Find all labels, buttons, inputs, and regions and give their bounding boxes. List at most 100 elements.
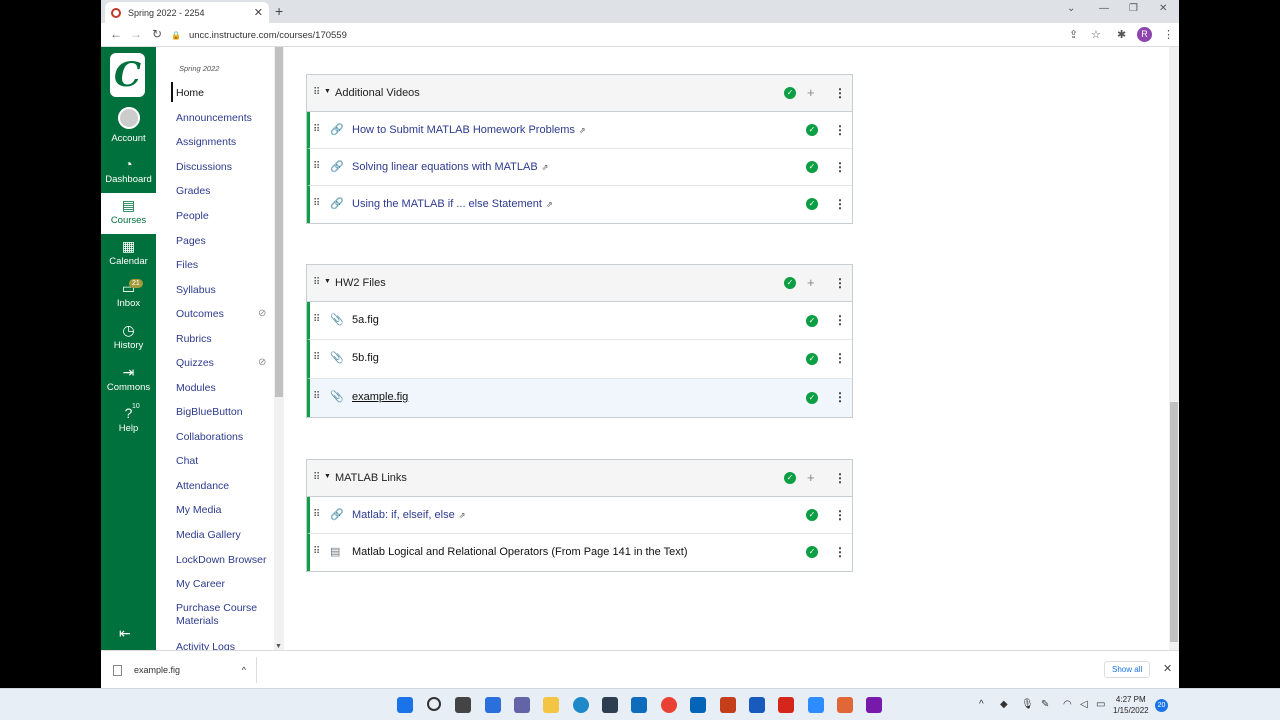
address-bar[interactable]: 🔒 uncc.instructure.com/courses/170559 <box>171 26 1071 44</box>
item-menu-icon[interactable]: ⋮ <box>834 390 846 404</box>
published-check-icon[interactable]: ✓ <box>806 509 818 521</box>
module-item-title[interactable]: Using the MATLAB if ... else Statement ⇗ <box>352 198 553 210</box>
tray-chevron-icon[interactable]: ^ <box>979 699 984 710</box>
module-menu-icon[interactable]: ⋮ <box>834 471 846 485</box>
drag-handle-icon[interactable]: ⠿ <box>313 546 320 557</box>
course-nav-grades[interactable]: Grades <box>176 185 210 198</box>
course-nav-scrollbar[interactable]: ▼ <box>274 47 284 650</box>
zoom-icon[interactable] <box>808 697 824 713</box>
published-check-icon[interactable]: ✓ <box>784 277 796 289</box>
teams-chat-icon[interactable] <box>514 697 530 713</box>
module-item[interactable]: ⠿ ▤ Matlab Logical and Relational Operat… <box>307 534 852 571</box>
profile-avatar[interactable]: R <box>1137 27 1152 42</box>
tab-search-icon[interactable]: ⌄ <box>1067 3 1075 14</box>
item-menu-icon[interactable]: ⋮ <box>834 123 846 137</box>
course-nav-discussions[interactable]: Discussions <box>176 161 232 174</box>
collapse-caret-icon[interactable]: ▼ <box>324 278 331 285</box>
powerpoint-icon[interactable] <box>720 697 736 713</box>
module-item-title[interactable]: Matlab Logical and Relational Operators … <box>352 546 687 558</box>
reload-icon[interactable]: ↻ <box>152 27 162 41</box>
new-tab-icon[interactable]: + <box>275 3 283 19</box>
close-tab-icon[interactable]: ✕ <box>254 6 263 19</box>
module-item[interactable]: ⠿ 📎 example.fig ✓ ⋮ <box>307 379 852 417</box>
course-nav-chat[interactable]: Chat <box>176 455 198 468</box>
module-menu-icon[interactable]: ⋮ <box>834 276 846 290</box>
outlook-icon[interactable] <box>690 697 706 713</box>
module-menu-icon[interactable]: ⋮ <box>834 86 846 100</box>
scroll-down-arrow-icon[interactable]: ▼ <box>275 643 282 650</box>
widgets-icon[interactable] <box>485 697 501 713</box>
nav-inbox[interactable]: ▭ 21 Inbox <box>101 279 156 319</box>
item-menu-icon[interactable]: ⋮ <box>834 545 846 559</box>
drag-handle-icon[interactable]: ⠿ <box>313 391 320 402</box>
drag-handle-icon[interactable]: ⠿ <box>313 87 320 98</box>
course-nav-home[interactable]: Home <box>176 87 204 100</box>
scroll-thumb[interactable] <box>275 47 283 397</box>
module-item-title[interactable]: 5a.fig <box>352 314 379 326</box>
module-item[interactable]: ⠿ 📎 5a.fig ✓ ⋮ <box>307 302 852 340</box>
chrome-icon[interactable] <box>661 697 677 713</box>
mail-icon[interactable] <box>631 697 647 713</box>
share-icon[interactable]: ⇪ <box>1069 28 1078 41</box>
module-item[interactable]: ⠿ 🔗 Solving linear equations with MATLAB… <box>307 149 852 186</box>
course-nav-syllabus[interactable]: Syllabus <box>176 284 216 297</box>
published-check-icon[interactable]: ✓ <box>784 87 796 99</box>
chevron-up-icon[interactable]: ^ <box>242 665 246 675</box>
dropbox-icon[interactable]: ◆ <box>1000 699 1008 710</box>
module-item[interactable]: ⠿ 🔗 Matlab: if, elseif, else ⇗ ✓ ⋮ <box>307 497 852 534</box>
nav-history[interactable]: ◷ History <box>101 321 156 361</box>
course-nav-attendance[interactable]: Attendance <box>176 480 229 493</box>
course-nav-lockdown-browser[interactable]: LockDown Browser <box>176 554 266 567</box>
course-nav-quizzes[interactable]: Quizzes <box>176 357 214 370</box>
drag-handle-icon[interactable]: ⠿ <box>313 352 320 363</box>
item-menu-icon[interactable]: ⋮ <box>834 197 846 211</box>
nav-help[interactable]: ? 10 Help <box>101 403 156 444</box>
volume-icon[interactable]: ◁ <box>1080 699 1088 710</box>
show-all-button[interactable]: Show all <box>1104 661 1151 678</box>
start-icon[interactable] <box>397 697 413 713</box>
course-nav-activity-logs[interactable]: Activity Logs <box>176 641 235 650</box>
course-nav-files[interactable]: Files <box>176 259 198 272</box>
notification-badge[interactable]: 20 <box>1155 699 1168 712</box>
course-nav-collaborations[interactable]: Collaborations <box>176 431 243 444</box>
acrobat-icon[interactable] <box>778 697 794 713</box>
course-nav-pages[interactable]: Pages <box>176 235 206 248</box>
course-nav-media-gallery[interactable]: Media Gallery <box>176 529 241 542</box>
course-nav-bigbluebutton[interactable]: BigBlueButton <box>176 406 243 419</box>
published-check-icon[interactable]: ✓ <box>806 315 818 327</box>
drag-handle-icon[interactable]: ⠿ <box>313 161 320 172</box>
published-check-icon[interactable]: ✓ <box>784 472 796 484</box>
published-check-icon[interactable]: ✓ <box>806 161 818 173</box>
close-download-bar-icon[interactable]: ✕ <box>1163 662 1172 675</box>
chrome-menu-icon[interactable]: ⋮ <box>1163 28 1174 41</box>
battery-icon[interactable]: ▭ <box>1096 699 1105 710</box>
extensions-icon[interactable]: ✱ <box>1117 28 1126 41</box>
restore-icon[interactable]: ❐ <box>1129 3 1138 14</box>
course-nav-people[interactable]: People <box>176 210 209 223</box>
scroll-thumb[interactable] <box>1170 402 1178 642</box>
module-header[interactable]: ⠿ ▼ MATLAB Links ✓ + ⋮ <box>307 460 852 497</box>
course-nav-rubrics[interactable]: Rubrics <box>176 333 212 346</box>
clock[interactable]: 4:27 PM 1/15/2022 <box>1113 694 1149 716</box>
course-nav-modules[interactable]: Modules <box>176 382 216 395</box>
download-item[interactable]: example.fig ^ <box>107 657 257 683</box>
module-item[interactable]: ⠿ 🔗 Using the MATLAB if ... else Stateme… <box>307 186 852 223</box>
nav-account[interactable]: Account <box>101 107 156 147</box>
add-item-icon[interactable]: + <box>807 470 815 485</box>
search-icon[interactable] <box>427 697 441 711</box>
store-icon[interactable] <box>602 697 618 713</box>
file-explorer-icon[interactable] <box>543 697 559 713</box>
course-nav-my-media[interactable]: My Media <box>176 504 222 517</box>
nav-courses[interactable]: ▤ Courses <box>101 193 156 234</box>
module-item-title[interactable]: Matlab: if, elseif, else ⇗ <box>352 509 465 521</box>
course-nav-my-career[interactable]: My Career <box>176 578 225 591</box>
published-check-icon[interactable]: ✓ <box>806 392 818 404</box>
minimize-icon[interactable]: — <box>1099 3 1109 14</box>
course-nav-announcements[interactable]: Announcements <box>176 112 252 125</box>
collapse-caret-icon[interactable]: ▼ <box>324 88 331 95</box>
drag-handle-icon[interactable]: ⠿ <box>313 124 320 135</box>
nav-calendar[interactable]: ▦ Calendar <box>101 237 156 277</box>
task-view-icon[interactable] <box>455 697 471 713</box>
drag-handle-icon[interactable]: ⠿ <box>313 314 320 325</box>
item-menu-icon[interactable]: ⋮ <box>834 160 846 174</box>
